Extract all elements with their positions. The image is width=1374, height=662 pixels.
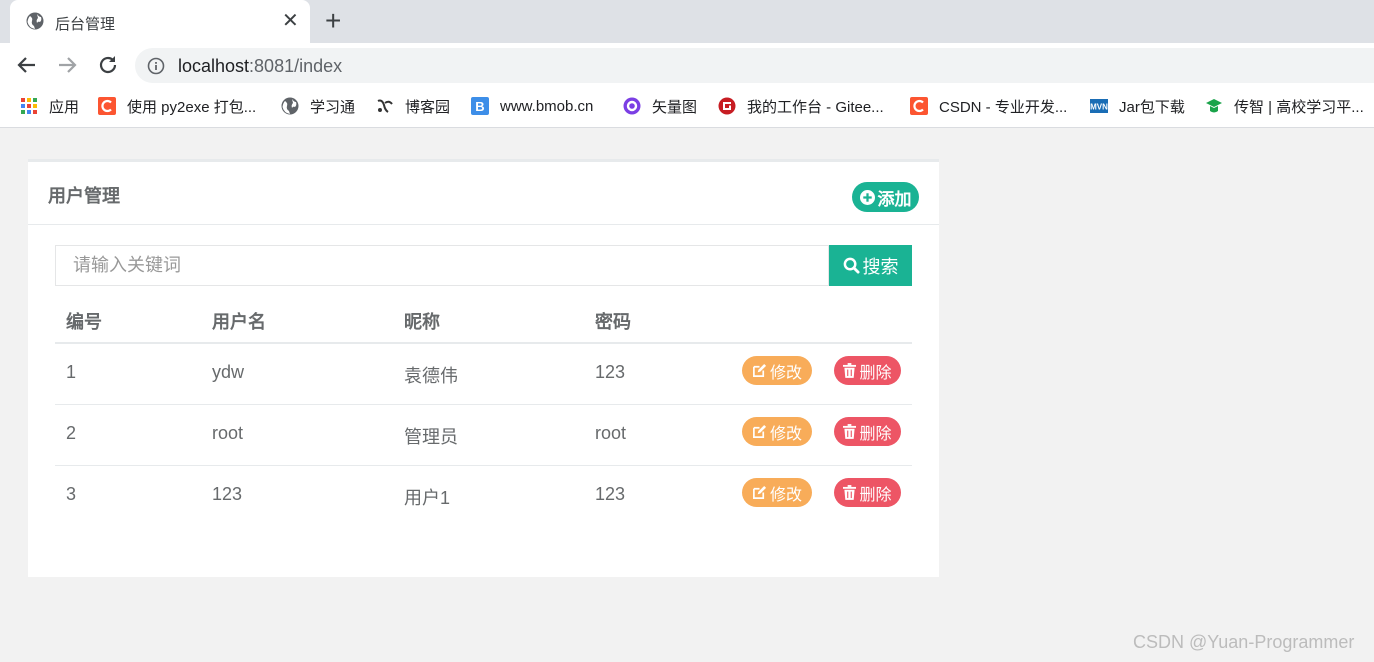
- edit-button-label: 修改: [769, 364, 802, 382]
- edit-button[interactable]: 修改: [742, 417, 812, 446]
- cell-username: ydw: [212, 362, 245, 382]
- bookmark-label: CSDN - 专业开发...: [939, 98, 1068, 116]
- search-icon: [843, 257, 860, 274]
- watermark: CSDN @Yuan-Programmer: [1133, 632, 1355, 652]
- cell-nickname: 袁德伟: [404, 366, 458, 386]
- forward-arrow-icon[interactable]: [55, 53, 79, 77]
- edit-button[interactable]: 修改: [742, 478, 812, 507]
- url-path: :8081/index: [249, 56, 343, 76]
- globe-icon: [281, 97, 299, 115]
- mvn-icon: MVN: [1090, 99, 1108, 113]
- bookmark-label: 使用 py2exe 打包...: [127, 98, 257, 116]
- edit-button-label: 修改: [769, 425, 802, 443]
- table-header: 编号 用户名 昵称 密码: [55, 302, 912, 344]
- cell-password: 123: [595, 362, 626, 382]
- table-row: 3 123 用户1 123 修改 删除: [55, 466, 912, 526]
- search-button-label: 搜索: [862, 256, 899, 277]
- bookmark-label: 应用: [49, 98, 80, 116]
- csdn-icon: [98, 97, 116, 115]
- column-header-nickname: 昵称: [404, 312, 440, 332]
- table-row: 2 root 管理员 root 修改 删除: [55, 405, 912, 466]
- cell-password: root: [595, 423, 627, 443]
- delete-button[interactable]: 删除: [834, 417, 901, 446]
- bookmark-label: 传智 | 高校学习平...: [1234, 98, 1364, 116]
- panel-header: 用户管理 添加: [28, 162, 939, 225]
- bookmark-py2exe[interactable]: 使用 py2exe 打包...: [98, 95, 256, 117]
- delete-button[interactable]: 删除: [834, 356, 901, 385]
- bookmark-label: 我的工作台 - Gitee...: [747, 98, 884, 116]
- bookmark-cnblogs[interactable]: 博客园: [376, 95, 450, 117]
- csdn-icon: [910, 97, 928, 115]
- bookmark-label: 矢量图: [652, 98, 698, 116]
- new-tab-button[interactable]: +: [325, 6, 341, 36]
- edit-icon: [753, 485, 767, 499]
- address-bar[interactable]: localhost:8081/index: [135, 48, 1374, 83]
- cell-password: 123: [595, 484, 626, 504]
- panel-title: 用户管理: [48, 186, 120, 206]
- edit-icon: [753, 424, 767, 438]
- add-button[interactable]: 添加: [852, 182, 919, 212]
- bookmark-label: 博客园: [405, 98, 451, 116]
- trash-icon: [843, 485, 857, 500]
- column-header-id: 编号: [66, 312, 102, 332]
- delete-button-label: 删除: [859, 486, 892, 504]
- bookmark-label: Jar包下载: [1119, 98, 1185, 116]
- bookmark-iconfont[interactable]: 矢量图: [623, 95, 697, 117]
- cell-id: 1: [66, 362, 77, 382]
- bookmark-bmob[interactable]: B www.bmob.cn: [471, 95, 593, 117]
- cell-nickname: 管理员: [404, 427, 458, 447]
- svg-text:MVN: MVN: [1090, 103, 1108, 112]
- plus-circle-icon: [859, 189, 875, 205]
- bookmark-gitee[interactable]: 我的工作台 - Gitee...: [718, 95, 884, 117]
- trash-icon: [843, 363, 857, 378]
- back-arrow-icon[interactable]: [15, 53, 39, 77]
- search-input[interactable]: [55, 245, 829, 286]
- reload-icon[interactable]: [96, 53, 120, 77]
- cell-nickname: 用户1: [404, 488, 451, 508]
- svg-text:B: B: [475, 99, 484, 114]
- edit-icon: [753, 363, 767, 377]
- user-table: 编号 用户名 昵称 密码 1 ydw 袁德伟 123 修改 删除 2 root …: [55, 302, 912, 526]
- add-button-label: 添加: [877, 189, 912, 209]
- url-text: localhost:8081/index: [178, 56, 342, 77]
- cell-id: 3: [66, 484, 77, 504]
- delete-button-label: 删除: [859, 364, 892, 382]
- tab-strip: 后台管理 ✕ +: [0, 0, 1374, 43]
- bmob-icon: B: [471, 97, 489, 115]
- bookmark-apps[interactable]: 应用: [20, 95, 79, 117]
- iconfont-icon: [623, 97, 641, 115]
- bookmark-xuexitong[interactable]: 学习通: [281, 95, 355, 117]
- bookmarks-bar: 应用 使用 py2exe 打包... 学习通 博客园 B www.bmob.cn: [0, 87, 1374, 128]
- gitee-icon: [718, 97, 736, 115]
- search-button[interactable]: 搜索: [829, 245, 912, 286]
- cnblogs-icon: [377, 99, 393, 113]
- browser-tab[interactable]: 后台管理 ✕: [10, 0, 310, 43]
- bookmark-chuanzhi[interactable]: 传智 | 高校学习平...: [1205, 95, 1364, 117]
- apps-grid-icon: [21, 98, 37, 114]
- chuanzhi-icon: [1206, 99, 1222, 113]
- user-management-panel: 用户管理 添加 搜索 编号 用户名 昵称 密码 1 ydw 袁德伟: [28, 159, 939, 577]
- delete-button[interactable]: 删除: [834, 478, 901, 507]
- cell-id: 2: [66, 423, 77, 443]
- trash-icon: [843, 424, 857, 439]
- tab-title: 后台管理: [55, 16, 116, 33]
- browser-toolbar: localhost:8081/index: [0, 43, 1374, 87]
- globe-icon: [26, 12, 44, 30]
- column-header-username: 用户名: [212, 312, 266, 332]
- table-row: 1 ydw 袁德伟 123 修改 删除: [55, 344, 912, 405]
- bookmark-mvn[interactable]: MVN Jar包下载: [1090, 95, 1185, 117]
- edit-button-label: 修改: [769, 486, 802, 504]
- column-header-password: 密码: [595, 312, 631, 332]
- url-host: localhost: [178, 56, 250, 76]
- edit-button[interactable]: 修改: [742, 356, 812, 385]
- bookmark-csdn[interactable]: CSDN - 专业开发...: [910, 95, 1067, 117]
- bookmark-label: 学习通: [310, 98, 356, 116]
- close-tab-icon[interactable]: ✕: [282, 10, 299, 32]
- cell-username: 123: [212, 484, 243, 504]
- cell-username: root: [212, 423, 244, 443]
- info-icon[interactable]: [147, 57, 165, 75]
- bookmark-label: www.bmob.cn: [500, 97, 594, 115]
- delete-button-label: 删除: [859, 425, 892, 443]
